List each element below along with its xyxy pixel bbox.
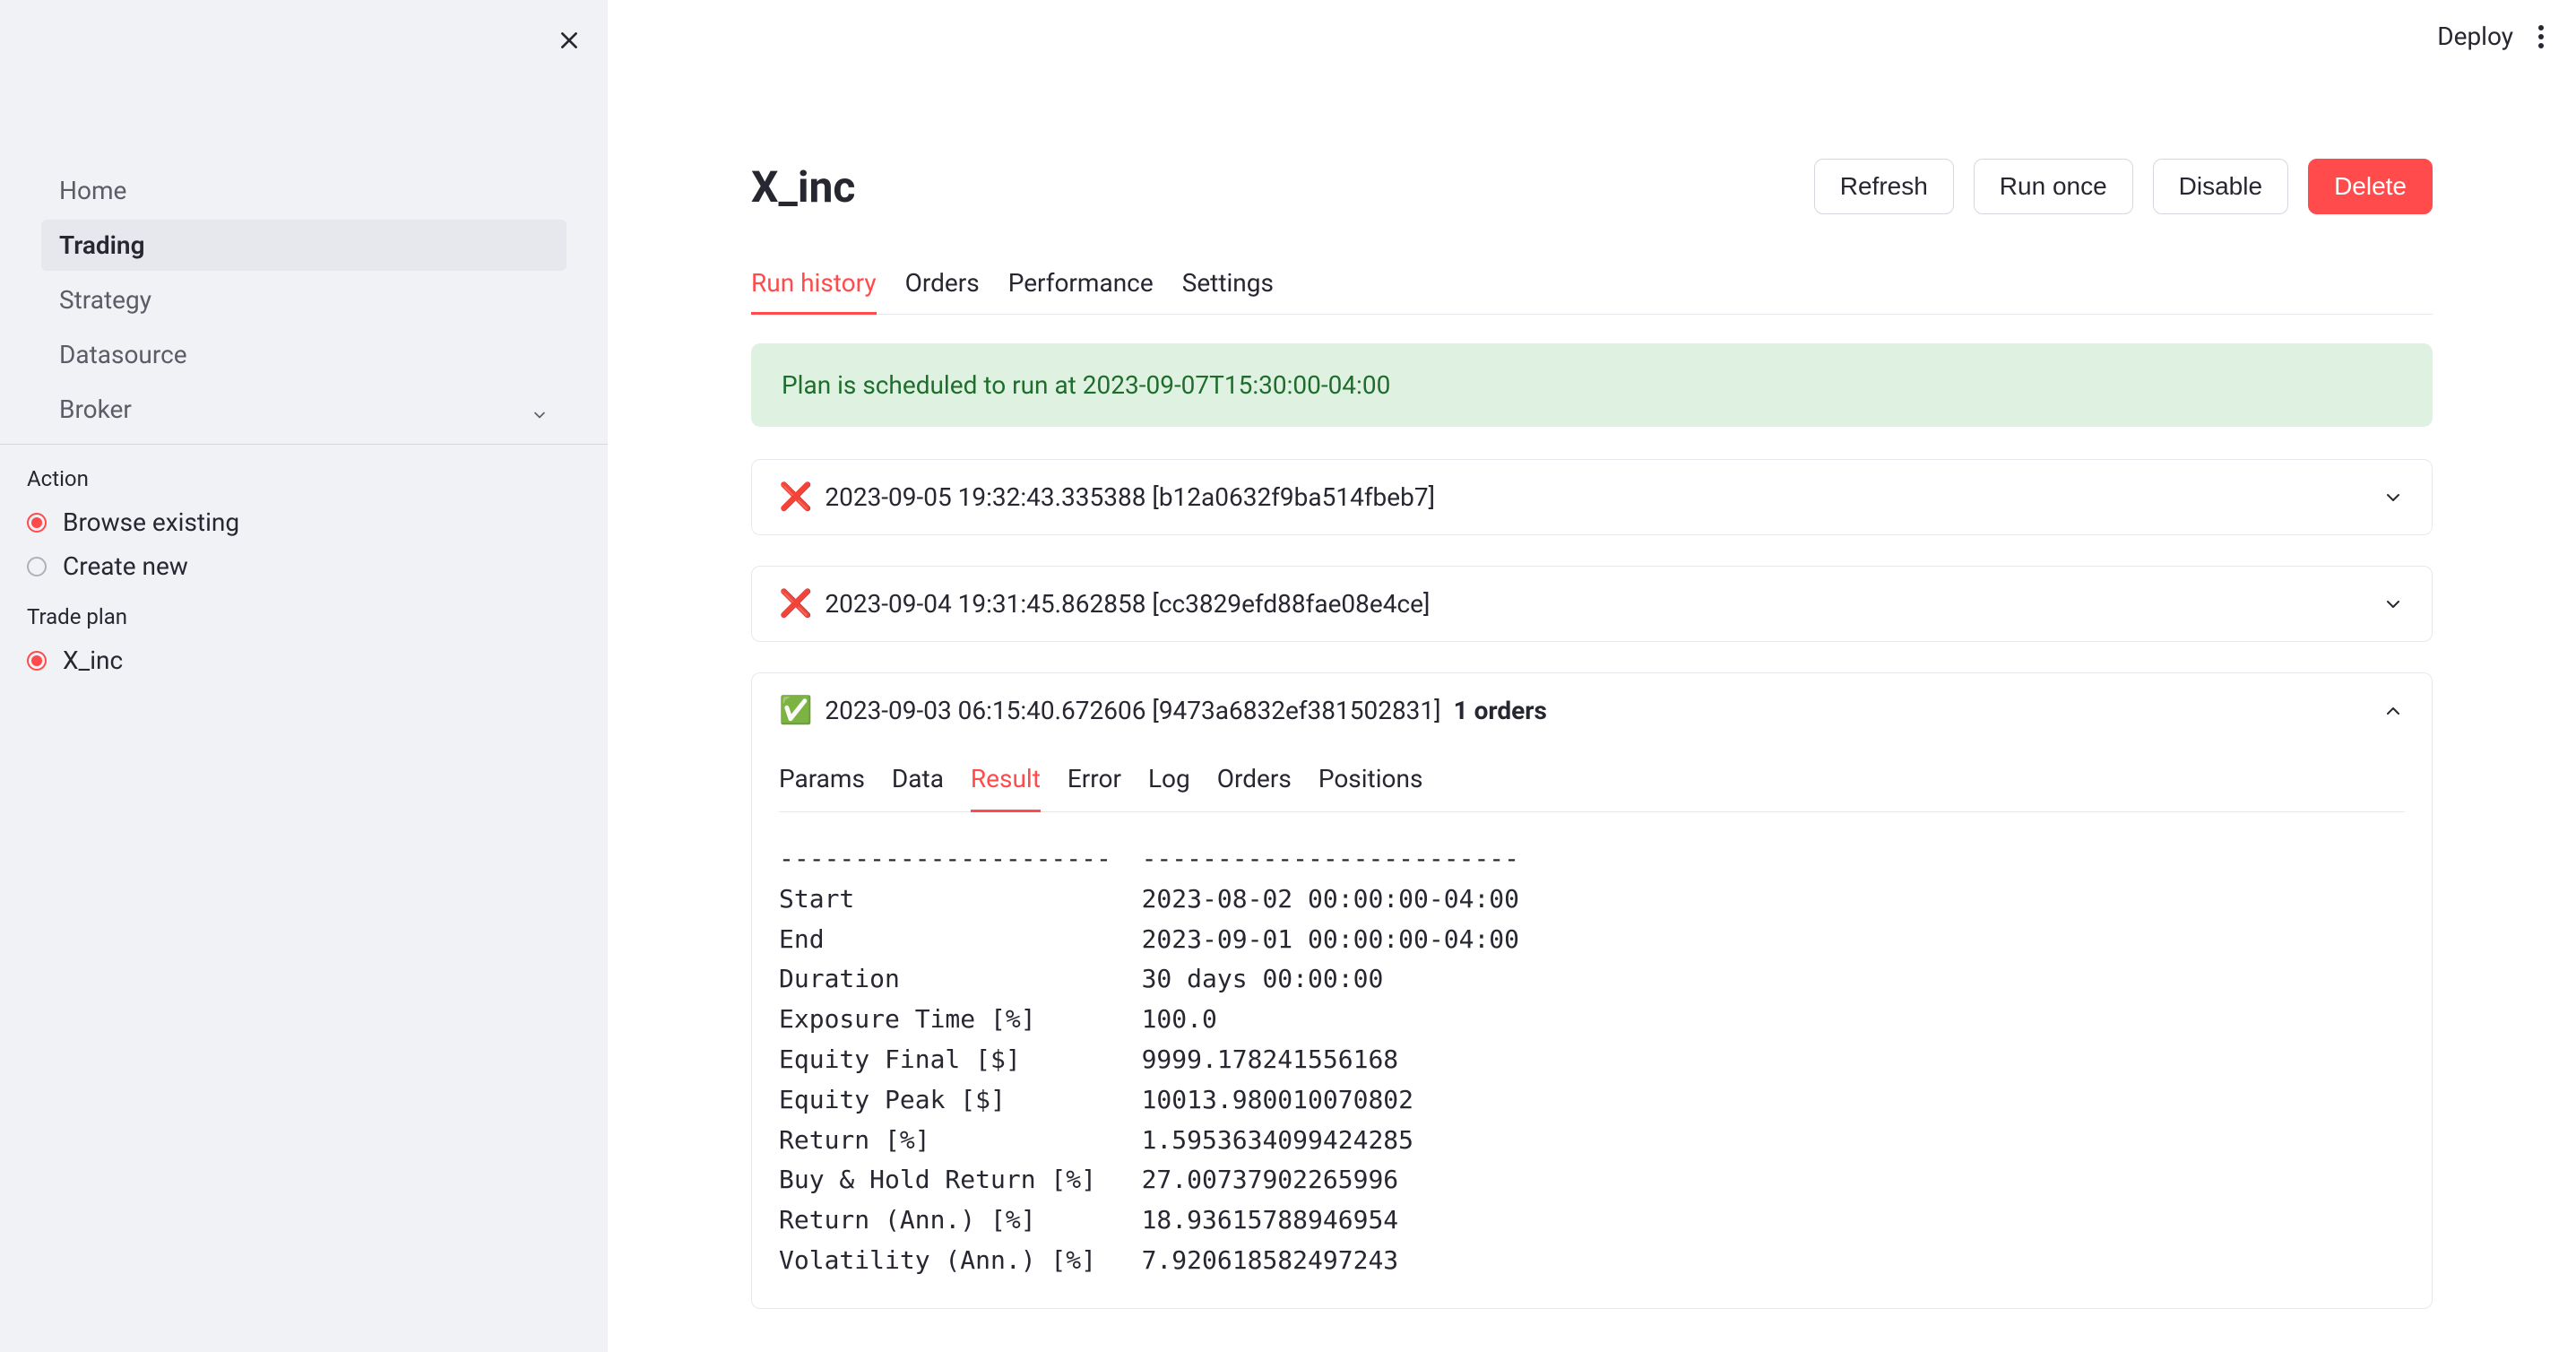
radio-label: Browse existing	[63, 507, 239, 537]
sub-tab-positions[interactable]: Positions	[1318, 748, 1423, 812]
header-row: X_inc Refresh Run once Disable Delete	[751, 159, 2433, 214]
run-header-left: ❌ 2023-09-05 19:32:43.335388 [b12a0632f9b…	[779, 481, 1435, 513]
fail-icon: ❌	[779, 588, 812, 620]
nav-item-datasource[interactable]: Datasource	[41, 329, 566, 380]
refresh-button[interactable]: Refresh	[1814, 159, 1954, 214]
divider	[0, 444, 608, 445]
run-header-left: ❌ 2023-09-04 19:31:45.862858 [cc3829efd88…	[779, 588, 1430, 620]
run-header[interactable]: ✅ 2023-09-03 06:15:40.672606 [9473a6832ef…	[752, 673, 2432, 748]
nav-item-label: Strategy	[59, 285, 151, 315]
nav-item-label: Home	[59, 176, 126, 205]
success-icon: ✅	[779, 695, 812, 726]
disable-button[interactable]: Disable	[2153, 159, 2288, 214]
tradeplan-section-label: Trade plan	[0, 604, 608, 629]
chevron-down-icon	[2382, 593, 2405, 616]
tradeplan-radio-group: X_inc	[0, 638, 608, 682]
chevron-down-icon	[2382, 486, 2405, 509]
close-icon[interactable]	[558, 29, 581, 56]
nav-list: Home Trading Strategy Datasource Broker	[0, 165, 608, 435]
sidebar: Home Trading Strategy Datasource Broker Acti…	[0, 0, 608, 1352]
nav-item-label: Broker	[59, 394, 132, 424]
sub-tab-error[interactable]: Error	[1068, 748, 1121, 812]
action-radio-group: Browse existing Create new	[0, 500, 608, 588]
sub-tab-log[interactable]: Log	[1148, 748, 1190, 812]
run-item: ❌ 2023-09-04 19:31:45.862858 [cc3829efd88…	[751, 566, 2433, 642]
action-option[interactable]: Browse existing	[27, 500, 581, 544]
tab-orders[interactable]: Orders	[905, 268, 980, 315]
action-option[interactable]: Create new	[27, 544, 581, 588]
button-row: Refresh Run once Disable Delete	[1814, 159, 2433, 214]
run-item: ❌ 2023-09-05 19:32:43.335388 [b12a0632f9b…	[751, 459, 2433, 535]
radio-icon	[27, 557, 47, 576]
content: X_inc Refresh Run once Disable Delete Ru…	[608, 51, 2576, 1309]
run-header[interactable]: ❌ 2023-09-04 19:31:45.862858 [cc3829efd88…	[752, 567, 2432, 641]
nav-item-strategy[interactable]: Strategy	[41, 274, 566, 325]
fail-icon: ❌	[779, 481, 812, 513]
run-body: Params Data Result Error Log Orders Positions -…	[752, 748, 2432, 1308]
kebab-menu-icon[interactable]	[2538, 25, 2544, 48]
tradeplan-option[interactable]: X_inc	[27, 638, 581, 682]
action-section-label: Action	[0, 466, 608, 491]
run-header-left: ✅ 2023-09-03 06:15:40.672606 [9473a6832ef…	[779, 695, 1547, 726]
nav-item-broker[interactable]: Broker	[41, 384, 566, 435]
radio-icon	[27, 651, 47, 671]
nav-item-label: Datasource	[59, 340, 187, 369]
sub-tabs: Params Data Result Error Log Orders Positions	[779, 748, 2405, 812]
run-item: ✅ 2023-09-03 06:15:40.672606 [9473a6832ef…	[751, 672, 2433, 1309]
run-header[interactable]: ❌ 2023-09-05 19:32:43.335388 [b12a0632f9b…	[752, 460, 2432, 534]
run-once-button[interactable]: Run once	[1974, 159, 2133, 214]
topbar: Deploy	[608, 0, 2576, 51]
page-title: X_inc	[751, 161, 855, 212]
nav-item-trading[interactable]: Trading	[41, 220, 566, 271]
main: Deploy X_inc Refresh Run once Disable De…	[608, 0, 2576, 1352]
sub-tab-params[interactable]: Params	[779, 748, 865, 812]
chevron-up-icon	[2382, 699, 2405, 723]
radio-icon	[27, 513, 47, 533]
chevron-down-icon	[531, 401, 549, 419]
nav-item-home[interactable]: Home	[41, 165, 566, 216]
result-output: ---------------------- -----------------…	[779, 839, 2405, 1281]
radio-label: Create new	[63, 551, 188, 581]
sub-tab-result[interactable]: Result	[971, 748, 1041, 812]
tab-performance[interactable]: Performance	[1008, 268, 1154, 315]
run-orders-count: 1 orders	[1454, 696, 1547, 725]
run-timestamp: 2023-09-05 19:32:43.335388 [b12a0632f9ba…	[825, 482, 1435, 512]
run-timestamp: 2023-09-03 06:15:40.672606 [9473a6832ef3…	[825, 696, 1440, 725]
radio-label: X_inc	[63, 646, 123, 675]
run-timestamp: 2023-09-04 19:31:45.862858 [cc3829efd88f…	[825, 589, 1430, 619]
tab-run-history[interactable]: Run history	[751, 268, 877, 315]
deploy-button[interactable]: Deploy	[2437, 22, 2513, 51]
main-tabs: Run history Orders Performance Settings	[751, 268, 2433, 315]
nav-item-label: Trading	[59, 230, 145, 260]
sub-tab-orders[interactable]: Orders	[1217, 748, 1292, 812]
runs-container: ❌ 2023-09-05 19:32:43.335388 [b12a0632f9b…	[751, 459, 2433, 1309]
sub-tab-data[interactable]: Data	[892, 748, 944, 812]
schedule-banner: Plan is scheduled to run at 2023-09-07T1…	[751, 343, 2433, 427]
delete-button[interactable]: Delete	[2308, 159, 2433, 214]
tab-settings[interactable]: Settings	[1182, 268, 1274, 315]
